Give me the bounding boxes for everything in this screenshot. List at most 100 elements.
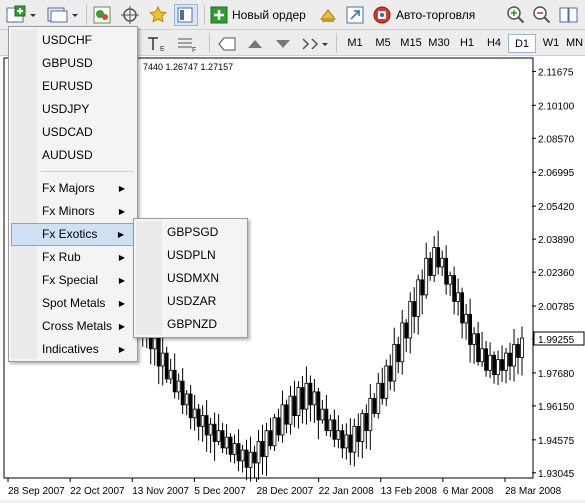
candle-body bbox=[348, 434, 353, 453]
timeframe-m1[interactable]: M1 bbox=[341, 34, 369, 53]
menu-item-cross-metals[interactable]: Cross Metals ▶ bbox=[11, 315, 135, 338]
fx-exotics-submenu: GBPSGD USDPLN USDMXN USDZAR GBPNZD bbox=[133, 218, 248, 338]
autotrading-label: Авто-торговля bbox=[396, 8, 476, 22]
candle-body bbox=[460, 292, 465, 324]
zoom-in-icon bbox=[507, 6, 525, 24]
tile-windows-icon bbox=[559, 7, 578, 23]
submenu-item-usdzar[interactable]: USDZAR bbox=[136, 290, 245, 313]
menu-item-indicatives[interactable]: Indicatives ▶ bbox=[11, 338, 135, 361]
menu-item-label: Cross Metals bbox=[42, 319, 113, 333]
candle-body bbox=[232, 443, 237, 455]
menu-item-gbpusd[interactable]: GBPUSD bbox=[11, 52, 135, 75]
market-watch-button[interactable] bbox=[92, 4, 114, 26]
candle-body bbox=[340, 430, 345, 449]
candle-body bbox=[248, 451, 253, 468]
date-axis: 28 Sep 2007 22 Oct 2007 13 Nov 2007 5 Dec 2… bbox=[7, 478, 562, 497]
candle-body bbox=[440, 257, 445, 268]
price-tick-label: 1.94575 bbox=[538, 436, 575, 447]
candle-body bbox=[448, 275, 453, 285]
timeframe-m5[interactable]: M5 bbox=[369, 34, 397, 53]
metaeditor-button[interactable] bbox=[318, 4, 340, 26]
menu-item-audusd[interactable]: AUDUSD bbox=[11, 144, 135, 167]
candle-body bbox=[356, 425, 361, 442]
navigator-button[interactable] bbox=[120, 4, 142, 26]
timeframe-d1[interactable]: D1 bbox=[508, 34, 536, 53]
candle-body bbox=[204, 415, 209, 436]
candle-body bbox=[268, 430, 273, 447]
candle-body bbox=[332, 419, 337, 440]
candle-body bbox=[192, 408, 197, 419]
date-tick-label: 28 Sep 2007 bbox=[8, 486, 65, 497]
candle-body bbox=[152, 337, 157, 350]
tile-windows-button[interactable] bbox=[558, 4, 580, 26]
label-icon bbox=[218, 37, 236, 51]
submenu-item-gbpnzd[interactable]: GBPNZD bbox=[136, 313, 245, 336]
price-tick-label: 1.93045 bbox=[538, 469, 575, 480]
candle-body bbox=[392, 344, 397, 382]
shapes-dropdown-button[interactable] bbox=[300, 33, 330, 55]
price-axis: 2.11675 2.10100 2.08570 2.06995 2.05420 2.038… bbox=[532, 67, 585, 480]
text-tool-button[interactable]: E bbox=[145, 33, 169, 55]
zoom-out-icon bbox=[533, 6, 551, 24]
svg-text:F: F bbox=[192, 47, 196, 53]
submenu-item-gbpsgd[interactable]: GBPSGD bbox=[136, 221, 245, 244]
fibonacci-tool-button[interactable]: F bbox=[176, 33, 200, 55]
candle-body bbox=[176, 380, 181, 393]
candle-body bbox=[412, 300, 417, 317]
fullscreen-icon bbox=[346, 6, 364, 24]
label-tool-button[interactable] bbox=[216, 33, 238, 55]
fullscreen-button[interactable] bbox=[345, 4, 367, 26]
candle-body bbox=[516, 344, 520, 358]
date-tick-label: 6 Mar 2008 bbox=[443, 486, 494, 497]
favorites-button[interactable] bbox=[148, 4, 170, 26]
menu-item-usdcad[interactable]: USDCAD bbox=[11, 121, 135, 144]
menu-item-fx-special[interactable]: Fx Special ▶ bbox=[11, 269, 135, 292]
candle-body bbox=[384, 365, 389, 399]
metaeditor-icon bbox=[319, 9, 337, 22]
toolbar-separator bbox=[209, 33, 210, 53]
arrow-up-tool-button[interactable] bbox=[244, 33, 266, 55]
menu-item-fx-minors[interactable]: Fx Minors ▶ bbox=[11, 200, 135, 223]
menu-item-fx-exotics[interactable]: Fx Exotics ▶ bbox=[11, 223, 135, 246]
autotrading-button[interactable]: Авто-торговля bbox=[372, 4, 475, 26]
menu-item-label: Fx Special bbox=[42, 273, 99, 287]
menu-item-fx-majors[interactable]: Fx Majors ▶ bbox=[11, 177, 135, 200]
candle-body bbox=[164, 352, 169, 380]
timeframe-m15[interactable]: M15 bbox=[396, 34, 426, 53]
candle-body bbox=[252, 451, 257, 464]
candle-body bbox=[396, 344, 401, 363]
menu-item-usdchf[interactable]: USDCHF bbox=[11, 29, 135, 52]
submenu-item-usdmxn[interactable]: USDMXN bbox=[136, 267, 245, 290]
market-watch-icon bbox=[93, 6, 111, 24]
timeframe-m30[interactable]: M30 bbox=[424, 34, 454, 53]
arrow-down-tool-button[interactable] bbox=[272, 33, 294, 55]
menu-item-eurusd[interactable]: EURUSD bbox=[11, 75, 135, 98]
date-tick-label: 22 Jan 2008 bbox=[319, 486, 374, 497]
text-tool-icon: E bbox=[148, 37, 165, 53]
terminal-button[interactable] bbox=[174, 4, 198, 26]
menu-item-label: Spot Metals bbox=[42, 296, 106, 310]
candle-body bbox=[468, 313, 473, 345]
timeframe-h1[interactable]: H1 bbox=[453, 34, 481, 53]
date-tick-label: 13 Feb 2008 bbox=[381, 486, 438, 497]
menu-item-fx-rub[interactable]: Fx Rub ▶ bbox=[11, 246, 135, 269]
timeframe-mn[interactable]: MN bbox=[564, 34, 585, 53]
timeframe-h4[interactable]: H4 bbox=[480, 34, 508, 53]
zoom-in-button[interactable] bbox=[506, 4, 526, 26]
candle-body bbox=[504, 352, 508, 371]
menu-item-usdjpy[interactable]: USDJPY bbox=[11, 98, 135, 121]
new-order-button[interactable]: Новый ордер bbox=[210, 4, 306, 26]
profiles-button[interactable] bbox=[46, 4, 80, 26]
symbols-menu: USDCHF GBPUSD EURUSD USDJPY USDCAD AUDUS… bbox=[8, 26, 138, 362]
candle-body bbox=[272, 417, 277, 447]
new-chart-button[interactable] bbox=[6, 4, 40, 26]
candle-body bbox=[184, 393, 189, 406]
price-tick-label: 2.06995 bbox=[538, 168, 575, 179]
candle-body bbox=[420, 279, 425, 296]
timeframe-w1[interactable]: W1 bbox=[537, 34, 565, 53]
submenu-item-usdpln[interactable]: USDPLN bbox=[136, 244, 245, 267]
menu-item-spot-metals[interactable]: Spot Metals ▶ bbox=[11, 292, 135, 315]
submenu-arrow-icon: ▶ bbox=[118, 276, 125, 285]
zoom-out-button[interactable] bbox=[532, 4, 552, 26]
candle-body bbox=[436, 247, 441, 268]
